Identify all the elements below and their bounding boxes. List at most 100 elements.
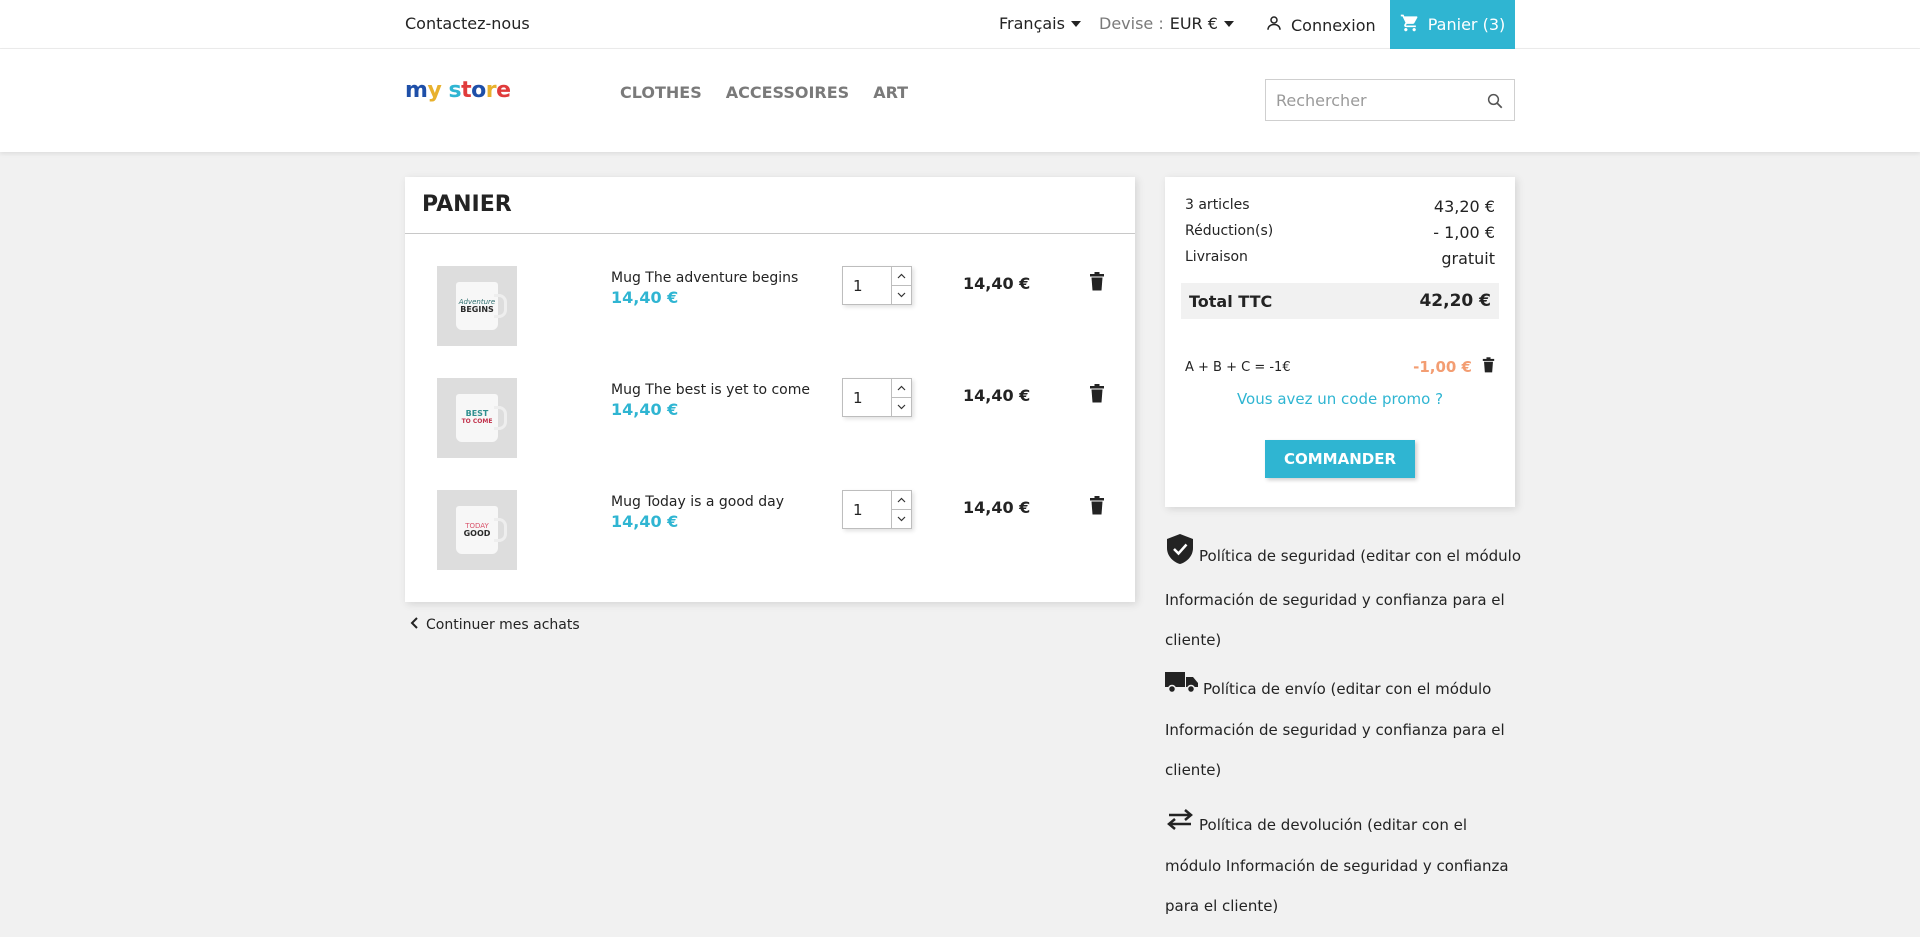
product-name[interactable]: Mug Today is a good day bbox=[611, 494, 784, 510]
product-price: 14,40 € bbox=[611, 288, 679, 307]
header: my store CLOTHES ACCESSOIRES ART bbox=[0, 49, 1920, 152]
search-icon[interactable] bbox=[1486, 92, 1504, 114]
logo-letter: o bbox=[471, 78, 486, 103]
shipping-label: Livraison bbox=[1185, 249, 1248, 265]
nav-item-accessoires[interactable]: ACCESSOIRES bbox=[726, 83, 849, 102]
summary-reduction: Réduction(s) - 1,00 € bbox=[1185, 223, 1495, 242]
product-name[interactable]: Mug The best is yet to come bbox=[611, 382, 810, 398]
chevron-down-icon bbox=[1223, 20, 1234, 27]
cart-button[interactable]: Panier (3) bbox=[1390, 0, 1515, 49]
trash-icon[interactable] bbox=[1089, 384, 1105, 407]
chevron-left-icon bbox=[410, 617, 420, 633]
cart-item: TODAY GOOD Mug Today is a good day 14,40… bbox=[405, 490, 1135, 570]
main-nav: CLOTHES ACCESSOIRES ART bbox=[620, 83, 908, 102]
cart-title: PANIER bbox=[422, 192, 512, 217]
reassurance-item-returns: Política de devolución (editar con el mó… bbox=[1165, 805, 1525, 926]
mug-text: BEGINS bbox=[460, 305, 494, 314]
line-total: 14,40 € bbox=[963, 274, 1031, 293]
nav-item-clothes[interactable]: CLOTHES bbox=[620, 83, 702, 102]
summary-shipping: Livraison gratuit bbox=[1185, 249, 1495, 268]
reassurance-text: Política de devolución (editar con el mó… bbox=[1165, 816, 1509, 915]
reduction-value: - 1,00 € bbox=[1433, 223, 1495, 242]
top-bar: Contactez-nous Français Devise : EUR € C… bbox=[0, 0, 1920, 49]
articles-label: 3 articles bbox=[1185, 197, 1250, 213]
nav-item-art[interactable]: ART bbox=[873, 83, 908, 102]
product-thumbnail[interactable]: BEST TO COME bbox=[437, 378, 517, 458]
truck-icon bbox=[1165, 669, 1199, 710]
product-thumbnail[interactable]: TODAY GOOD bbox=[437, 490, 517, 570]
trash-icon[interactable] bbox=[1482, 357, 1495, 377]
summary-total: Total TTC 42,20 € bbox=[1181, 283, 1499, 319]
mug-image: Adventure BEGINS bbox=[456, 282, 507, 330]
logo-letter: t bbox=[461, 78, 472, 103]
total-label: Total TTC bbox=[1189, 291, 1273, 311]
promo-code-link[interactable]: Vous avez un code promo ? bbox=[1165, 390, 1515, 408]
voucher-amount: -1,00 € bbox=[1413, 357, 1495, 377]
applied-voucher: A + B + C = -1€ -1,00 € bbox=[1185, 357, 1495, 377]
divider bbox=[405, 233, 1135, 234]
logo-letter: e bbox=[496, 78, 511, 103]
cart-item: Adventure BEGINS Mug The adventure begin… bbox=[405, 266, 1135, 346]
chevron-down-icon[interactable] bbox=[891, 509, 911, 528]
checkout-button[interactable]: COMMANDER bbox=[1265, 440, 1415, 478]
search-input[interactable] bbox=[1266, 80, 1466, 120]
continue-shopping-link[interactable]: Continuer mes achats bbox=[410, 617, 580, 633]
logo-letter: y bbox=[427, 78, 442, 103]
cart-item: BEST TO COME Mug The best is yet to come… bbox=[405, 378, 1135, 458]
shipping-value: gratuit bbox=[1441, 249, 1495, 268]
chevron-up-icon[interactable] bbox=[891, 491, 911, 510]
product-thumbnail[interactable]: Adventure BEGINS bbox=[437, 266, 517, 346]
language-selector[interactable]: Français bbox=[999, 14, 1081, 33]
mug-text: TO COME bbox=[461, 418, 493, 425]
summary-articles: 3 articles 43,20 € bbox=[1185, 197, 1495, 216]
reassurance-text: Política de seguridad (editar con el mód… bbox=[1165, 547, 1522, 649]
cart-label: Panier (3) bbox=[1427, 15, 1506, 34]
store-logo[interactable]: my store bbox=[405, 78, 511, 103]
login-label: Connexion bbox=[1291, 15, 1376, 35]
currency-label: Devise : bbox=[1099, 14, 1164, 33]
quantity-input[interactable] bbox=[843, 491, 891, 528]
continue-label: Continuer mes achats bbox=[426, 617, 580, 633]
shield-check-icon bbox=[1165, 533, 1195, 580]
chevron-up-icon[interactable] bbox=[891, 267, 911, 286]
chevron-down-icon[interactable] bbox=[891, 285, 911, 304]
search-box bbox=[1265, 79, 1515, 121]
cart-panel: PANIER Adventure BEGINS Mug The adventur… bbox=[405, 177, 1135, 602]
mug-image: TODAY GOOD bbox=[456, 506, 507, 554]
reassurance-item-security: Política de seguridad (editar con el mód… bbox=[1165, 533, 1525, 660]
chevron-up-icon[interactable] bbox=[891, 379, 911, 398]
reassurance-item-shipping: Política de envío (editar con el módulo … bbox=[1165, 669, 1525, 790]
shopping-cart-icon bbox=[1400, 13, 1420, 37]
logo-letter: s bbox=[448, 78, 462, 103]
reassurance-text: Política de envío (editar con el módulo … bbox=[1165, 680, 1505, 779]
user-icon bbox=[1265, 14, 1283, 36]
mug-text: GOOD bbox=[463, 529, 491, 538]
reduction-label: Réduction(s) bbox=[1185, 223, 1274, 239]
currency-selector[interactable]: Devise : EUR € bbox=[1099, 14, 1234, 33]
chevron-down-icon[interactable] bbox=[891, 397, 911, 416]
mug-text: BEST bbox=[465, 409, 489, 418]
contact-link[interactable]: Contactez-nous bbox=[405, 14, 530, 33]
voucher-value: -1,00 € bbox=[1413, 358, 1472, 376]
product-name[interactable]: Mug The adventure begins bbox=[611, 270, 798, 286]
logo-letter: m bbox=[405, 78, 428, 103]
articles-value: 43,20 € bbox=[1433, 197, 1495, 216]
voucher-name: A + B + C = -1€ bbox=[1185, 359, 1291, 375]
trash-icon[interactable] bbox=[1089, 272, 1105, 295]
line-total: 14,40 € bbox=[963, 498, 1031, 517]
trash-icon[interactable] bbox=[1089, 496, 1105, 519]
currency-value: EUR € bbox=[1169, 14, 1218, 33]
logo-letter: r bbox=[485, 78, 497, 103]
quantity-input[interactable] bbox=[843, 379, 891, 416]
product-price: 14,40 € bbox=[611, 400, 679, 419]
quantity-input[interactable] bbox=[843, 267, 891, 304]
quantity-stepper bbox=[842, 378, 912, 417]
swap-arrows-icon bbox=[1165, 806, 1195, 846]
quantity-stepper bbox=[842, 490, 912, 529]
cart-summary: 3 articles 43,20 € Réduction(s) - 1,00 €… bbox=[1165, 177, 1515, 507]
line-total: 14,40 € bbox=[963, 386, 1031, 405]
chevron-down-icon bbox=[1070, 20, 1081, 27]
language-value: Français bbox=[999, 14, 1065, 33]
login-link[interactable]: Connexion bbox=[1265, 14, 1376, 36]
total-value: 42,20 € bbox=[1419, 291, 1491, 311]
